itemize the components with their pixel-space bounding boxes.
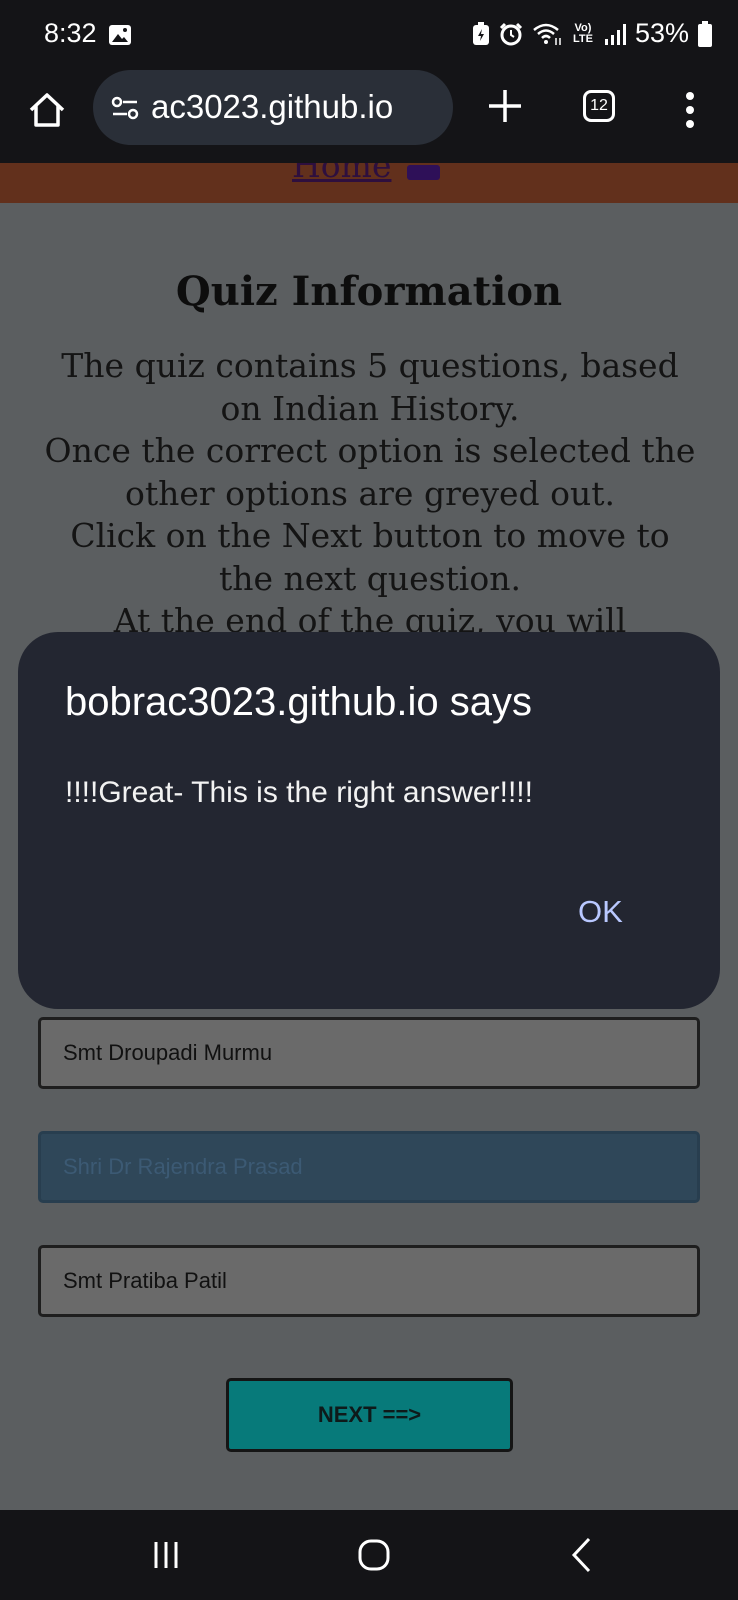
site-settings-icon[interactable] [111, 94, 139, 122]
page-title: Quiz Information [175, 268, 563, 315]
status-bar: 8:32 Vo) LTE 53% [0, 0, 738, 70]
tab-switcher-button[interactable]: 12 [583, 90, 615, 122]
battery-icon [698, 20, 712, 47]
alarm-icon [499, 22, 523, 45]
home-link[interactable]: Home [292, 163, 391, 185]
answer-option-selected[interactable]: Shri Dr Rajendra Prasad [38, 1131, 700, 1203]
status-time: 8:32 [44, 18, 97, 48]
gallery-icon [109, 25, 131, 45]
status-icons: Vo) LTE 53% [472, 18, 712, 49]
signal-icon [604, 23, 626, 45]
quiz-info-text: The quiz contains 5 questions, based on … [40, 345, 700, 635]
volte-icon: Vo) LTE [572, 21, 593, 45]
browser-toolbar: ac3023.github.io 12 [0, 70, 738, 163]
battery-percent: 53% [634, 18, 689, 48]
dialog-title: bobrac3023.github.io says [65, 680, 532, 724]
dialog-message: !!!!Great- This is the right answer!!!! [65, 776, 533, 809]
home-icon[interactable] [27, 90, 67, 130]
info-line: Click on the Next button to move to the … [70, 516, 670, 598]
home-house-icon[interactable] [407, 165, 440, 180]
info-line: The quiz contains 5 questions, based on … [61, 346, 679, 428]
back-icon[interactable] [570, 1537, 592, 1573]
more-menu-icon[interactable] [683, 90, 697, 130]
wifi-icon [533, 23, 561, 45]
answer-option[interactable]: Smt Pratiba Patil [38, 1245, 700, 1317]
address-bar[interactable]: ac3023.github.io [93, 70, 453, 145]
url-text[interactable]: ac3023.github.io [151, 88, 393, 126]
home-nav-icon[interactable] [357, 1538, 391, 1572]
info-line: At the end of the quiz, you will [113, 601, 627, 635]
system-nav-bar [0, 1510, 738, 1600]
new-tab-icon[interactable] [485, 86, 525, 126]
info-line: Once the correct option is selected the … [44, 431, 696, 513]
recent-apps-icon[interactable] [152, 1540, 180, 1570]
ok-button[interactable]: OK [578, 894, 623, 930]
answer-option[interactable]: Smt Droupadi Murmu [38, 1017, 700, 1089]
battery-saver-icon [472, 21, 489, 45]
alert-dialog: bobrac3023.github.io says !!!!Great- Thi… [18, 632, 720, 1009]
next-button[interactable]: NEXT ==> [226, 1378, 513, 1452]
site-header: Home [0, 163, 738, 203]
